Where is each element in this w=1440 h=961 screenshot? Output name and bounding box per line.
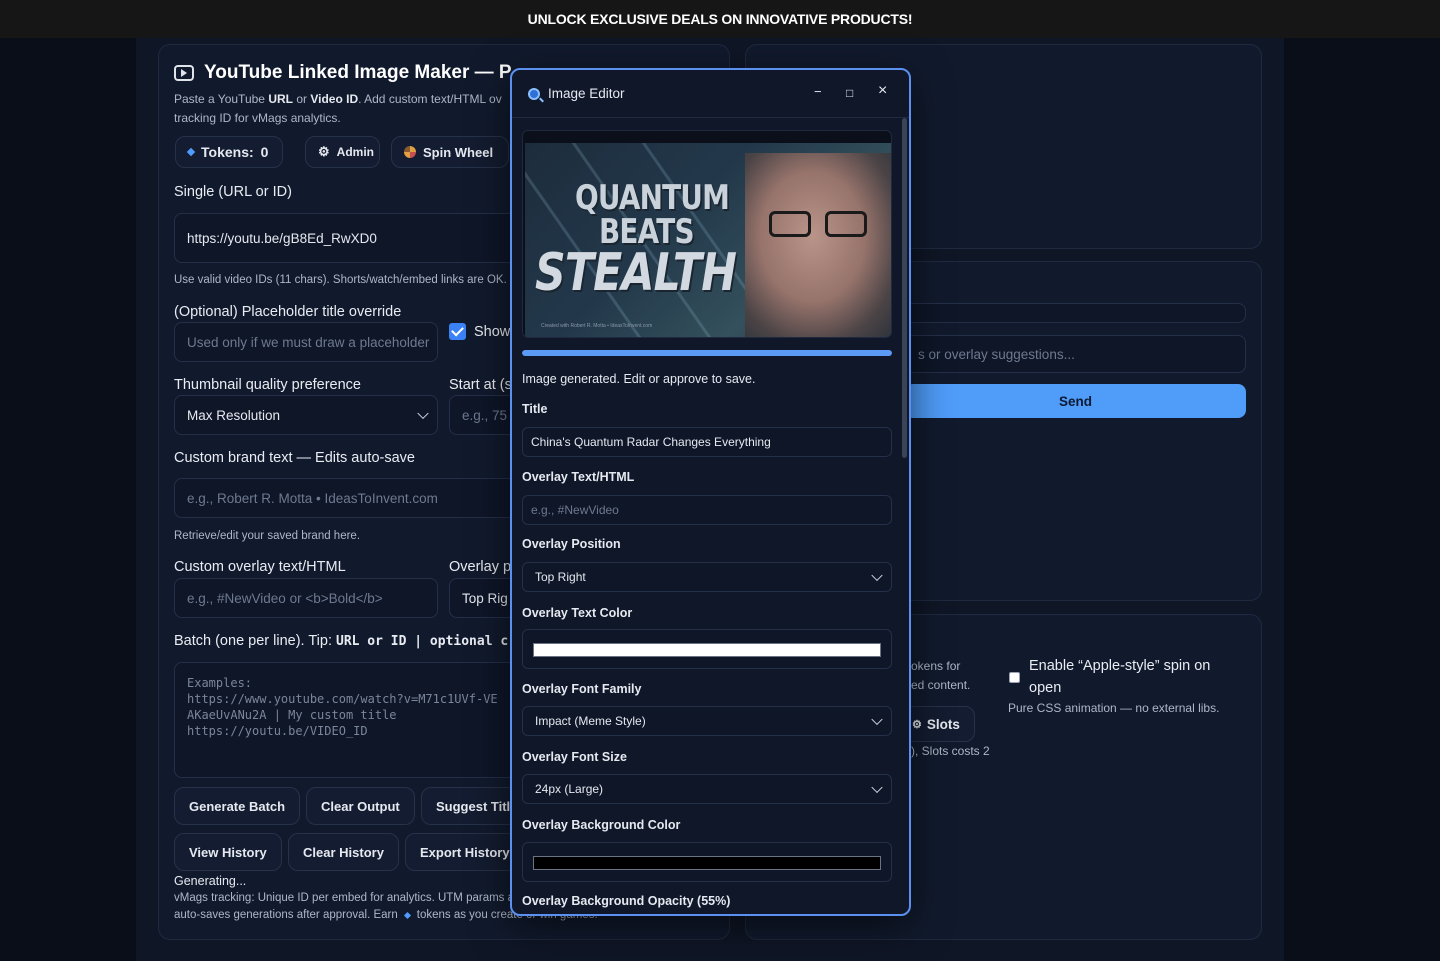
view-history-button[interactable]: View History	[174, 833, 282, 871]
chevron-down-icon	[417, 407, 429, 420]
brand-hint: Retrieve/edit your saved brand here.	[174, 530, 361, 542]
generate-batch-button[interactable]: Generate Batch	[174, 787, 301, 825]
apple-spin-hint: Pure CSS animation — no external libs.	[1008, 701, 1220, 715]
tokens-desc-1: okens for	[911, 659, 961, 673]
promo-banner-text: UNLOCK EXCLUSIVE DEALS ON INNOVATIVE PRO…	[527, 11, 913, 27]
chat-progress-field	[905, 303, 1246, 323]
token-diamond-icon	[403, 911, 411, 919]
modal-scrollbar[interactable]	[902, 118, 907, 458]
start-at-label: Start at (s	[449, 377, 512, 393]
token-diamond-icon	[186, 147, 196, 157]
bg-color-picker[interactable]	[522, 842, 892, 882]
overlay-position-select[interactable]: Top Rig	[449, 578, 519, 618]
apple-spin-label-1: Enable “Apple-style” spin on	[1029, 658, 1211, 674]
presenter-face	[745, 153, 891, 337]
start-at-input[interactable]: e.g., 75	[449, 395, 519, 435]
placeholder-title-input[interactable]: Used only if we must draw a placeholder	[174, 322, 438, 362]
progress-fill	[522, 350, 892, 356]
chat-input[interactable]: s or overlay suggestions...	[905, 335, 1246, 373]
token-count: 0	[260, 144, 269, 160]
image-editor-modal: Image Editor − □ × QUANTUM BEATS STEALTH…	[510, 68, 911, 916]
bg-color-swatch	[533, 856, 881, 870]
tokens-desc-2: ed content.	[911, 678, 971, 692]
minimize-button[interactable]: −	[814, 84, 822, 99]
clear-output-button[interactable]: Clear Output	[306, 787, 415, 825]
promo-banner[interactable]: UNLOCK EXCLUSIVE DEALS ON INNOVATIVE PRO…	[0, 0, 1440, 38]
overlay-position-label: Overlay p	[449, 559, 512, 575]
overlay-text-input[interactable]: e.g., #NewVideo	[522, 495, 892, 525]
quality-label: Thumbnail quality preference	[174, 377, 361, 393]
brand-input[interactable]: e.g., Robert R. Motta • IdeasToInvent.co…	[174, 478, 519, 518]
apple-spin-checkbox[interactable]	[1009, 672, 1020, 683]
bg-opacity-label: Overlay Background Opacity (55%)	[522, 894, 731, 908]
overlay-input[interactable]: e.g., #NewVideo or <b>Bold</b>	[174, 578, 438, 618]
close-button[interactable]: ×	[878, 82, 887, 100]
single-label: Single (URL or ID)	[174, 184, 292, 200]
overlay-text-color-label: Overlay Text Color	[522, 606, 633, 620]
batch-textarea[interactable]: Examples: https://www.youtube.com/watch?…	[174, 662, 519, 778]
modal-title: Image Editor	[548, 86, 625, 101]
title-label: Title	[522, 402, 548, 416]
thumb-footer-text: Created with Robert R. Motta • IdeasToIn…	[541, 323, 653, 329]
chevron-down-icon	[871, 569, 883, 582]
placeholder-title-label: (Optional) Placeholder title override	[174, 304, 402, 320]
modal-status: Image generated. Edit or approve to save…	[522, 372, 756, 386]
generated-image-preview: QUANTUM BEATS STEALTH Created with Rober…	[522, 130, 892, 338]
wheel-icon	[404, 146, 416, 158]
tokens-badge: Tokens: 0	[175, 136, 283, 168]
magnifier-icon	[528, 87, 540, 100]
send-button[interactable]: Send	[905, 384, 1246, 418]
chevron-down-icon	[871, 713, 883, 726]
maximize-button[interactable]: □	[846, 86, 853, 100]
font-family-select[interactable]: Impact (Meme Style)	[522, 706, 892, 736]
admin-button[interactable]: ⚙ Admin	[305, 136, 380, 168]
overlay-text-color-picker[interactable]	[522, 629, 892, 669]
batch-label: Batch (one per line). Tip: URL or ID | o…	[174, 633, 509, 649]
single-url-input[interactable]: https://youtu.be/gB8Ed_RwXD0	[174, 213, 519, 263]
title-input[interactable]: China's Quantum Radar Changes Everything	[522, 427, 892, 457]
page-title: YouTube Linked Image Maker — P	[174, 62, 512, 84]
thumbnail-image: QUANTUM BEATS STEALTH Created with Rober…	[525, 143, 891, 337]
thumb-text-line-1: QUANTUM	[575, 178, 730, 218]
overlay-position-label: Overlay Position	[522, 537, 621, 551]
slots-cost-text: ), Slots costs 2	[911, 744, 990, 758]
overlay-text-label: Overlay Text/HTML	[522, 470, 635, 484]
page-title-text: YouTube Linked Image Maker — P	[204, 62, 512, 83]
thumb-text-line-3: STEALTH	[535, 243, 737, 303]
chevron-down-icon	[871, 781, 883, 794]
font-size-select[interactable]: 24px (Large)	[522, 774, 892, 804]
slot-machine-icon: ⚙	[912, 718, 922, 731]
gear-icon: ⚙	[318, 144, 330, 159]
batch-code: URL or ID | optional c	[336, 634, 509, 649]
show-checkbox[interactable]	[449, 323, 466, 340]
single-hint: Use valid video IDs (11 chars). Shorts/w…	[174, 274, 507, 286]
suggest-title-button[interactable]: Suggest Titl	[421, 787, 519, 825]
font-family-label: Overlay Font Family	[522, 682, 642, 696]
brand-label: Custom brand text — Edits auto-save	[174, 450, 415, 466]
status-text: Generating...	[174, 874, 247, 888]
export-history-button[interactable]: Export History	[405, 833, 519, 871]
font-size-label: Overlay Font Size	[522, 750, 627, 764]
generation-progress-bar	[522, 350, 892, 356]
page-description: Paste a YouTube URL or Video ID. Add cus…	[174, 92, 502, 125]
youtube-play-icon	[174, 65, 194, 81]
bg-color-label: Overlay Background Color	[522, 818, 681, 832]
apple-spin-label-2: open	[1029, 680, 1062, 696]
quality-select[interactable]: Max Resolution	[174, 395, 438, 435]
text-color-swatch	[533, 643, 881, 657]
glasses-shape	[769, 211, 873, 239]
spin-wheel-button[interactable]: Spin Wheel	[391, 136, 509, 168]
overlay-position-select[interactable]: Top Right	[522, 562, 892, 592]
clear-history-button[interactable]: Clear History	[288, 833, 399, 871]
overlay-label: Custom overlay text/HTML	[174, 559, 346, 575]
footer-line-1: vMags tracking: Unique ID per embed for …	[174, 892, 515, 904]
show-label: Show	[474, 324, 511, 340]
